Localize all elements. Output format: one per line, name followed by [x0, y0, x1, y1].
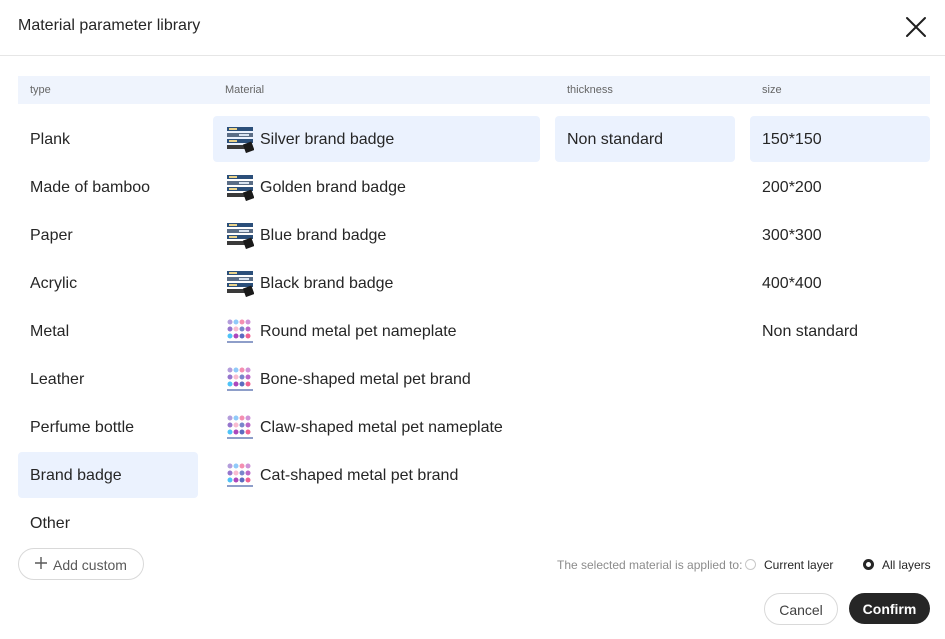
type-item[interactable]: Other: [18, 500, 198, 546]
type-item[interactable]: Paper: [18, 212, 198, 258]
material-item[interactable]: Claw-shaped metal pet nameplate: [213, 404, 540, 450]
size-item[interactable]: 400*400: [750, 260, 930, 306]
confirm-label: Confirm: [862, 601, 917, 617]
size-label: 150*150: [762, 131, 822, 148]
material-label: Bone-shaped metal pet brand: [260, 371, 471, 388]
dialog-title: Material parameter library: [18, 17, 201, 34]
material-item[interactable]: Bone-shaped metal pet brand: [213, 356, 540, 402]
material-label: Round metal pet nameplate: [260, 323, 457, 340]
all-layers-label[interactable]: All layers: [882, 558, 931, 572]
size-item-selected[interactable]: 150*150: [750, 116, 930, 162]
cancel-label: Cancel: [779, 602, 823, 618]
plus-icon: [35, 557, 47, 569]
size-label: Non standard: [762, 323, 859, 340]
type-item-selected[interactable]: Brand badge: [18, 452, 198, 498]
type-item[interactable]: Plank: [18, 116, 198, 162]
column-header-size: size: [762, 84, 782, 96]
size-item[interactable]: 300*300: [750, 212, 930, 258]
column-header-type: type: [30, 84, 51, 96]
column-header-material: Material: [225, 84, 265, 96]
dialog-header: Material parameter library: [0, 0, 945, 56]
pet-tag-sample-icon: [227, 415, 253, 439]
type-label: Metal: [30, 323, 70, 340]
current-layer-label[interactable]: Current layer: [764, 558, 833, 572]
type-item[interactable]: Made of bamboo: [18, 164, 198, 210]
close-icon[interactable]: [903, 14, 929, 40]
type-label: Made of bamboo: [30, 179, 151, 196]
current-layer-radio[interactable]: [745, 559, 756, 570]
material-label: Black brand badge: [260, 275, 394, 292]
table-header: type Material thickness size: [18, 76, 930, 104]
pet-tag-sample-icon: [227, 367, 253, 391]
thickness-item-selected[interactable]: Non standard: [555, 116, 735, 162]
type-item[interactable]: Perfume bottle: [18, 404, 198, 450]
type-label: Acrylic: [30, 275, 78, 292]
size-item[interactable]: 200*200: [750, 164, 930, 210]
material-label: Silver brand badge: [260, 131, 395, 148]
add-custom-label: Add custom: [53, 557, 127, 573]
size-item[interactable]: Non standard: [750, 308, 930, 354]
material-item-selected[interactable]: Silver brand badge: [213, 116, 540, 162]
type-label: Plank: [30, 131, 71, 148]
material-item[interactable]: Blue brand badge: [213, 212, 540, 258]
size-label: 200*200: [762, 179, 822, 196]
badge-sample-icon: [227, 175, 254, 201]
add-custom-button[interactable]: Add custom: [18, 548, 144, 580]
type-item[interactable]: Acrylic: [18, 260, 198, 306]
material-label: Blue brand badge: [260, 227, 387, 244]
type-item[interactable]: Leather: [18, 356, 198, 402]
type-item[interactable]: Metal: [18, 308, 198, 354]
material-label: Cat-shaped metal pet brand: [260, 467, 459, 484]
pet-tag-sample-icon: [227, 319, 253, 343]
material-item[interactable]: Cat-shaped metal pet brand: [213, 452, 540, 498]
cancel-button[interactable]: Cancel: [764, 593, 838, 625]
all-layers-radio[interactable]: [863, 559, 874, 570]
badge-sample-icon: [227, 223, 254, 249]
badge-sample-icon: [227, 127, 254, 153]
badge-sample-icon: [227, 271, 254, 297]
confirm-button[interactable]: Confirm: [849, 593, 930, 624]
type-label: Other: [30, 515, 71, 532]
material-label: Golden brand badge: [260, 179, 406, 196]
material-item[interactable]: Black brand badge: [213, 260, 540, 306]
size-label: 400*400: [762, 275, 822, 292]
material-item[interactable]: Round metal pet nameplate: [213, 308, 540, 354]
material-item[interactable]: Golden brand badge: [213, 164, 540, 210]
material-label: Claw-shaped metal pet nameplate: [260, 419, 503, 436]
type-label: Brand badge: [30, 467, 122, 484]
column-header-thickness: thickness: [567, 84, 613, 96]
type-label: Paper: [30, 227, 73, 244]
pet-tag-sample-icon: [227, 463, 253, 487]
size-label: 300*300: [762, 227, 822, 244]
type-label: Perfume bottle: [30, 419, 135, 436]
type-label: Leather: [30, 371, 85, 388]
apply-to-label: The selected material is applied to:: [557, 558, 743, 572]
thickness-label: Non standard: [567, 131, 664, 148]
